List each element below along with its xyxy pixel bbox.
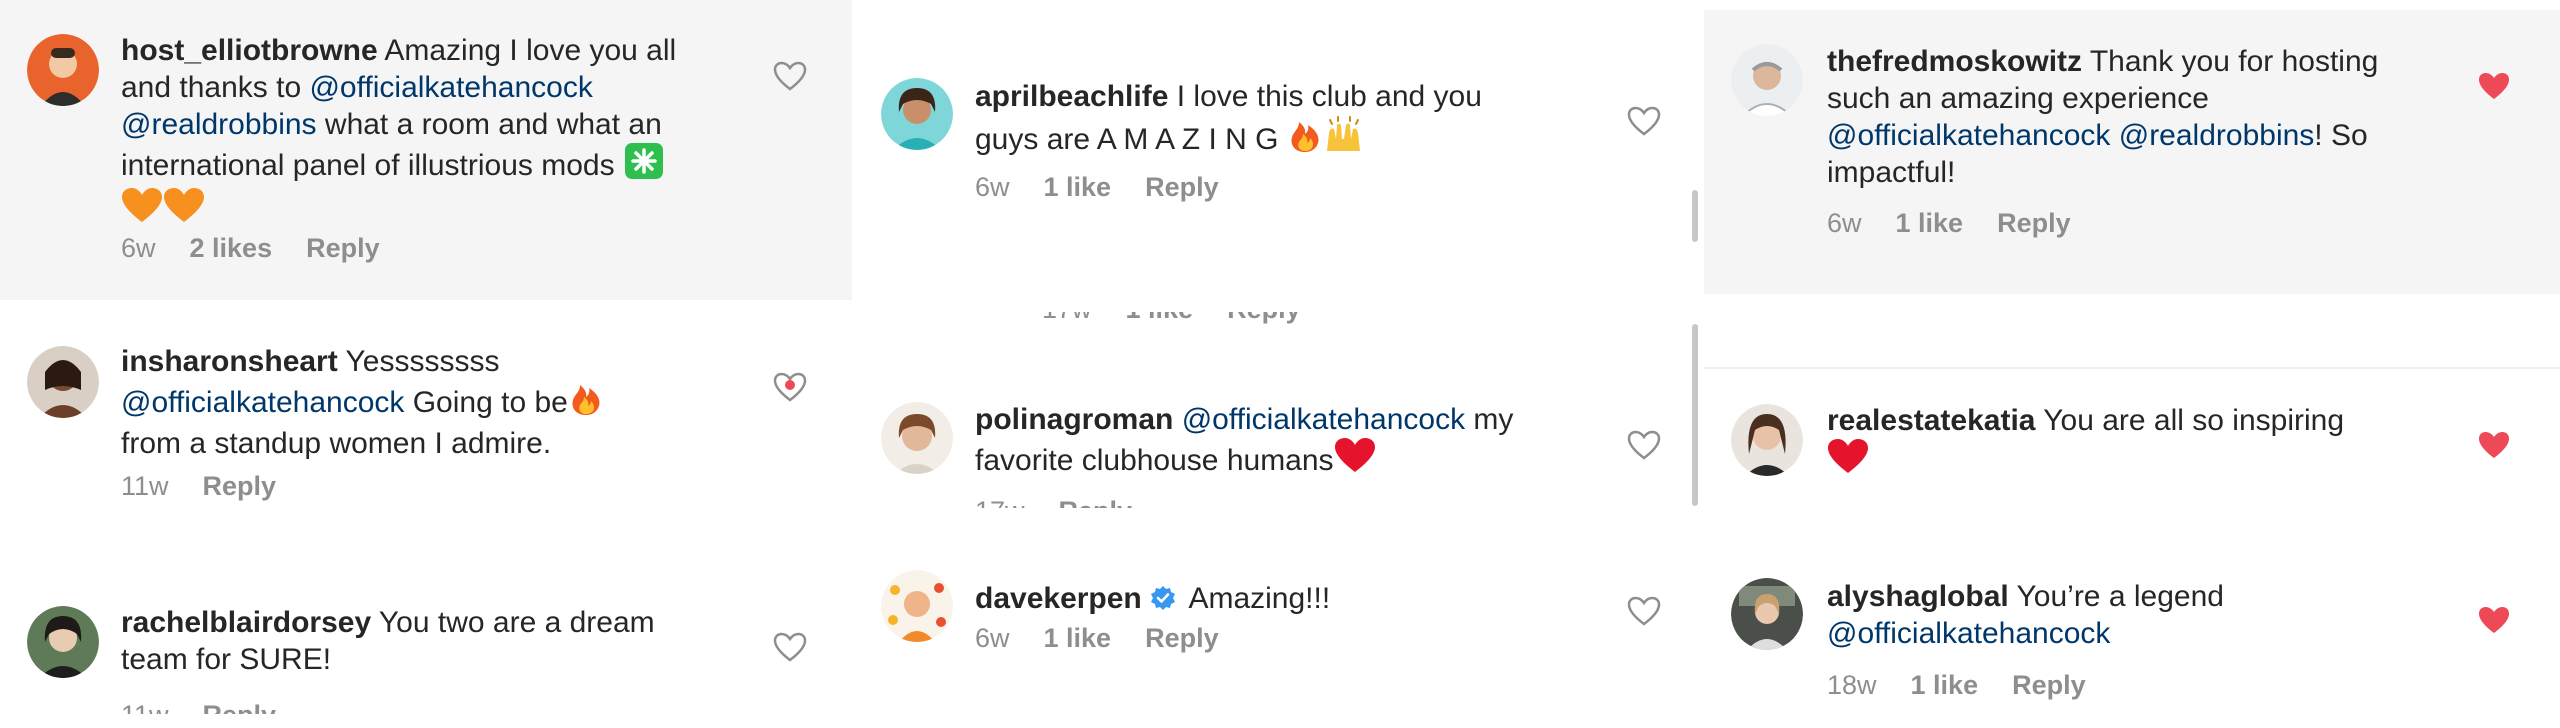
comments-panel-right: thefredmoskowitz Thank you for hosting s… (1704, 0, 2560, 728)
comment-text: rachelblairdorsey You two are a dream te… (121, 606, 655, 676)
like-heart-icon[interactable] (773, 632, 807, 662)
avatar[interactable] (27, 34, 99, 106)
comment-username[interactable]: realestatekatia (1827, 404, 2035, 437)
mention-link[interactable]: @realdrobbins (2119, 119, 2315, 152)
comment-text: davekerpen Amazing!!! (975, 580, 1615, 620)
comment-meta: 18w 1 like Reply (1827, 670, 2120, 701)
comment-timestamp: 18w (1827, 670, 1877, 700)
liked-heart-icon[interactable] (2477, 605, 2511, 635)
comment-meta: 6w 1 like Reply (1827, 208, 2105, 239)
mention-link[interactable]: @officialkatehancock (1827, 119, 2110, 152)
comment-timestamp: 11w (121, 471, 169, 501)
like-heart-icon[interactable] (773, 372, 807, 402)
comment-text: alyshaglobal You’re a legend @officialka… (1827, 580, 2224, 650)
comment-timestamp: 6w (975, 623, 1010, 653)
fire-emoji (1288, 117, 1322, 162)
mention-link[interactable]: @realdrobbins (121, 108, 317, 141)
raised-hands-emoji (1324, 115, 1364, 162)
liked-heart-icon[interactable] (2477, 71, 2511, 101)
scrollbar-thumb[interactable] (1692, 324, 1698, 506)
like-heart-icon[interactable] (773, 61, 807, 91)
likes-count[interactable]: 1 like (1044, 623, 1112, 653)
comment-text: polinagroman @officialkatehancock my fav… (975, 401, 1615, 483)
avatar[interactable] (881, 570, 953, 642)
reply-button[interactable]: Reply (2012, 670, 2086, 700)
mention-link[interactable]: @officialkatehancock (1182, 403, 1465, 436)
divider (1704, 367, 2560, 369)
comment-username[interactable]: insharonsheart (121, 345, 338, 378)
comment-meta: 11w Reply (121, 471, 310, 502)
avatar[interactable] (27, 346, 99, 418)
like-heart-icon[interactable] (1627, 596, 1661, 626)
sparkle-emoji (624, 143, 664, 188)
comment-username[interactable]: davekerpen (975, 582, 1142, 615)
avatar[interactable] (881, 402, 953, 474)
comments-panel-left: host_elliotbrowne Amazing I love you all… (0, 0, 852, 728)
like-heart-icon[interactable] (1627, 430, 1661, 460)
likes-count[interactable]: 1 like (1896, 208, 1964, 238)
comment-text: host_elliotbrowne Amazing I love you all… (121, 32, 761, 233)
comment-meta: 6w 1 like Reply (975, 623, 1253, 654)
likes-count[interactable]: 1 like (1911, 670, 1979, 700)
comment-meta: 6w 2 likes Reply (121, 233, 414, 264)
reply-button[interactable]: Reply (203, 700, 277, 714)
reply-button[interactable]: Reply (1145, 172, 1219, 202)
comment-text: insharonsheart Yessssssss @officialkateh… (121, 343, 761, 462)
mention-link[interactable]: @officialkatehancock (309, 71, 592, 104)
reply-button[interactable]: Reply (1997, 208, 2071, 238)
likes-count[interactable]: 1 like (1044, 172, 1112, 202)
reply-button[interactable]: Reply (203, 471, 277, 501)
reply-button[interactable]: Reply (306, 233, 380, 263)
like-heart-icon[interactable] (1627, 106, 1661, 136)
cut-off-meta: 17wReply (975, 496, 1275, 508)
red-heart-emoji (1828, 439, 1868, 484)
reply-button[interactable]: Reply (1145, 623, 1219, 653)
comment-timestamp: 6w (121, 233, 156, 263)
comment-text: aprilbeachlife I love this club and you … (975, 78, 1615, 162)
verified-badge-icon (1150, 583, 1176, 620)
red-heart-emoji (1334, 438, 1375, 483)
comment-username[interactable]: alyshaglobal (1827, 580, 2009, 613)
avatar[interactable] (1731, 578, 1803, 650)
orange-heart-emoji (164, 188, 204, 233)
comment-timestamp: 6w (1827, 208, 1862, 238)
mention-link[interactable]: @officialkatehancock (1827, 617, 2110, 650)
comment-timestamp: 6w (975, 172, 1010, 202)
avatar[interactable] (881, 78, 953, 150)
cut-off-meta: 17w1 likeReply (1042, 312, 1342, 334)
avatar[interactable] (27, 606, 99, 678)
avatar[interactable] (1731, 44, 1803, 116)
likes-count[interactable]: 2 likes (190, 233, 273, 263)
orange-heart-emoji (122, 188, 162, 233)
comment-username[interactable]: aprilbeachlife (975, 80, 1168, 113)
avatar[interactable] (1731, 404, 1803, 476)
scrollbar-thumb[interactable] (1692, 190, 1698, 242)
liked-heart-icon[interactable] (2477, 430, 2511, 460)
comments-panel-middle: aprilbeachlife I love this club and you … (852, 0, 1704, 728)
comment-meta: 6w 1 like Reply (975, 172, 1253, 203)
comment-username[interactable]: polinagroman (975, 403, 1173, 436)
mention-link[interactable]: @officialkatehancock (121, 386, 404, 419)
comment-text: thefredmoskowitz Thank you for hosting s… (1827, 45, 2379, 189)
comment-username[interactable]: thefredmoskowitz (1827, 45, 2082, 78)
comment-username[interactable]: host_elliotbrowne (121, 34, 378, 67)
comment-username[interactable]: rachelblairdorsey (121, 606, 371, 639)
comment-text: realestatekatia You are all so inspiring (1827, 402, 2447, 484)
cut-off-meta: 11wReply (121, 700, 521, 714)
fire-emoji (569, 380, 603, 425)
